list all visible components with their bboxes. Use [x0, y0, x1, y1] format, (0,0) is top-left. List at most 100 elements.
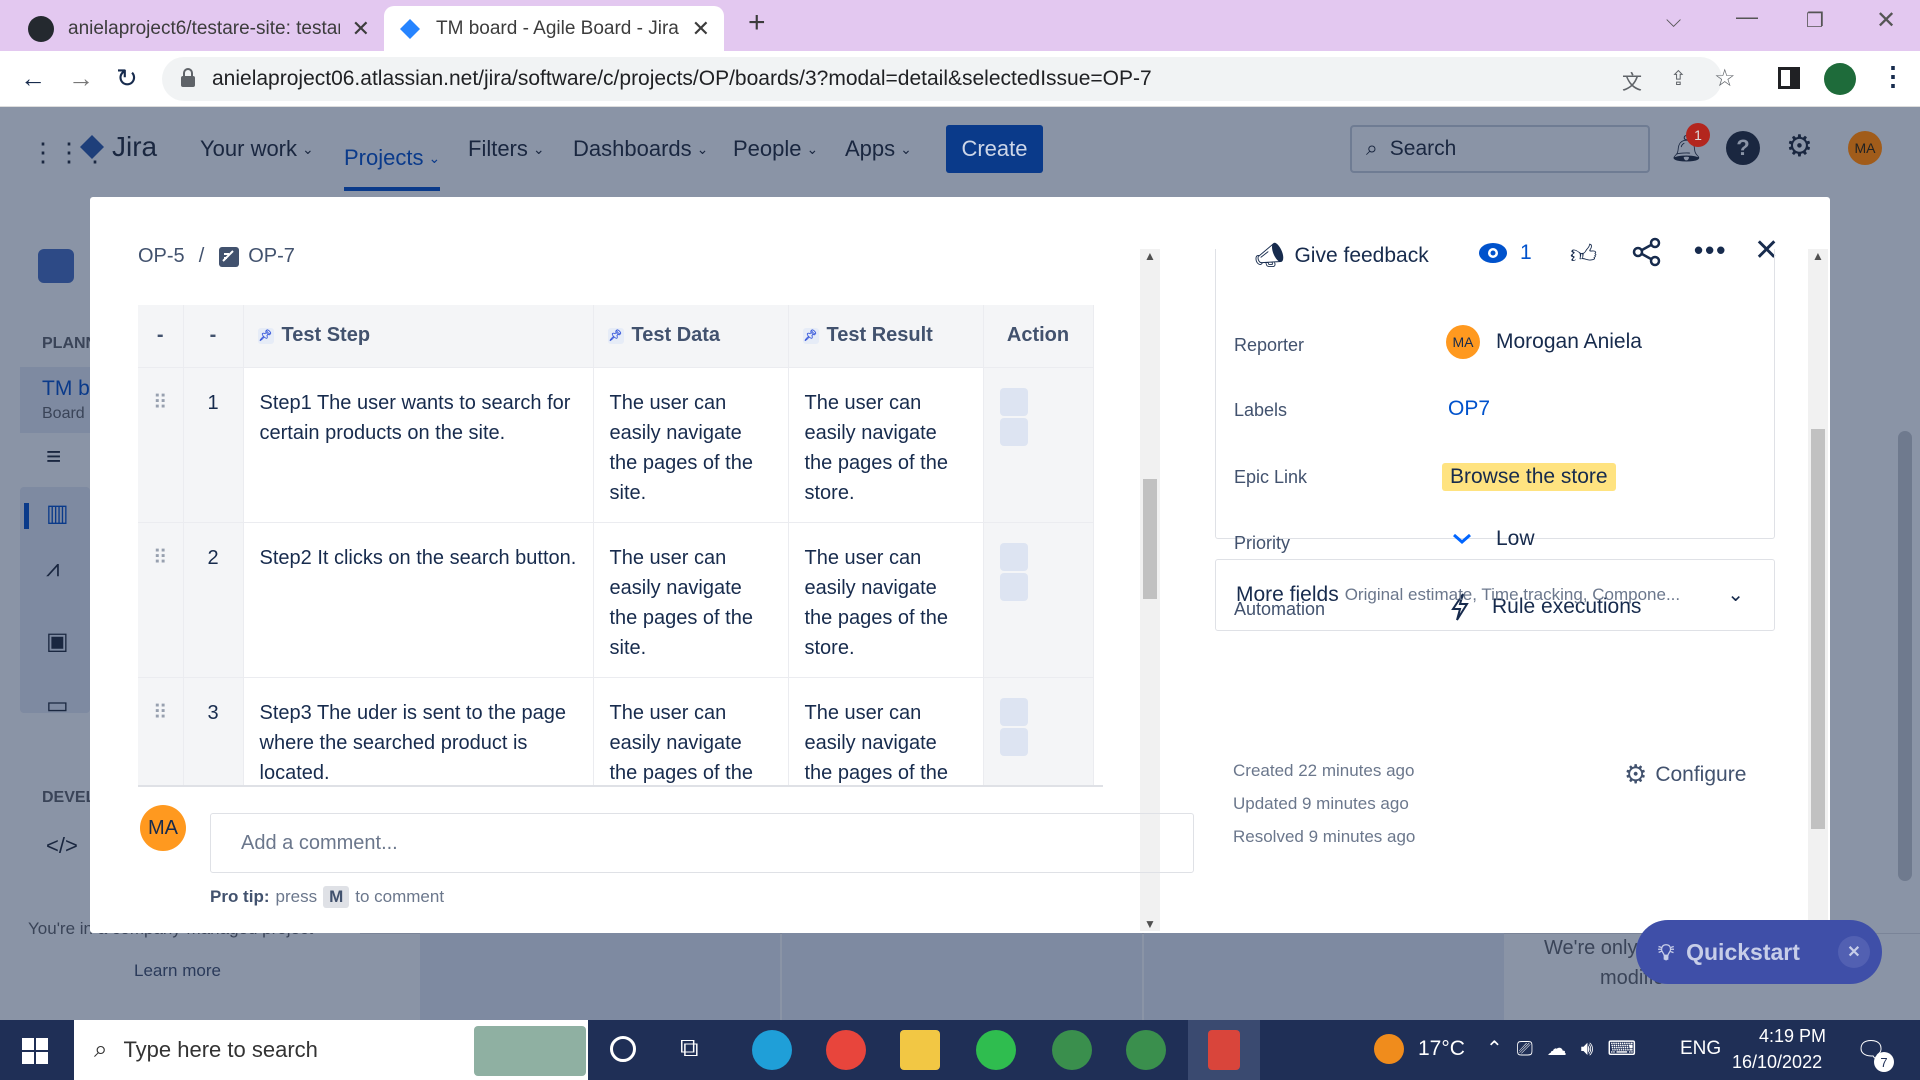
weather-temp[interactable]: 17°C — [1418, 1037, 1465, 1061]
code-icon[interactable]: </> — [46, 833, 78, 859]
clone-step-icon[interactable] — [999, 387, 1028, 416]
drag-handle-icon[interactable]: ⠿ — [138, 366, 184, 522]
right-panel-scrollbar[interactable]: ▲ ▼ — [1808, 249, 1828, 931]
drag-handle-icon[interactable]: ⠿ — [138, 521, 184, 677]
step-cell[interactable]: Step1 The user wants to search for certa… — [243, 366, 594, 522]
back-arrow-icon[interactable]: ← — [20, 63, 46, 94]
clone-step-icon[interactable] — [999, 697, 1028, 726]
nav-apps[interactable]: Apps ⌄ — [845, 129, 912, 169]
delete-step-icon[interactable] — [999, 727, 1028, 756]
jira-icon — [398, 17, 422, 41]
close-icon[interactable]: ✕ — [352, 16, 370, 42]
configure-button[interactable]: ⚙ Configure — [1624, 759, 1746, 790]
nav-label: Your work — [200, 136, 298, 161]
sidebar-board-title[interactable]: TM b — [42, 377, 90, 401]
taskbar-search-input[interactable]: ⌕ Type here to search — [74, 1020, 588, 1080]
delete-step-icon[interactable] — [999, 572, 1028, 601]
created-timestamp: Created 22 minutes ago — [1233, 761, 1415, 780]
restore-button[interactable]: ❐ — [1806, 8, 1824, 33]
column-label: Test Data — [631, 324, 721, 347]
whatsapp-icon[interactable] — [976, 1030, 1016, 1070]
browser-tab-jira[interactable]: TM board - Agile Board - Jira ✕ — [384, 6, 724, 51]
step-cell[interactable]: Step3 The uder is sent to the page where… — [243, 676, 594, 787]
clock-time[interactable]: 4:19 PM — [1756, 1026, 1826, 1047]
tab-search-icon[interactable]: ⌵ — [1666, 10, 1681, 33]
nav-your-work[interactable]: Your work ⌄ — [200, 129, 314, 169]
address-bar[interactable]: anielaproject06.atlassian.net/jira/softw… — [162, 57, 1736, 101]
nav-people[interactable]: People ⌄ — [733, 129, 818, 169]
drag-handle-icon[interactable]: ⠿ — [138, 676, 184, 787]
jira-search-input[interactable]: ⌕ Search — [1350, 125, 1650, 173]
data-cell[interactable]: The user can easily navigate the pages o… — [593, 366, 789, 522]
column-header-test-result[interactable]: 📌︎ Test Result — [788, 305, 984, 367]
file-explorer-icon[interactable] — [900, 1030, 940, 1070]
reload-icon[interactable]: ↻ — [116, 63, 138, 94]
chrome-profile-a-icon[interactable] — [1052, 1030, 1092, 1070]
result-cell[interactable]: The user can easily navigate the pages o… — [788, 366, 984, 522]
forward-arrow-icon[interactable]: → — [68, 63, 94, 94]
label-tag[interactable]: OP7 — [1448, 397, 1490, 421]
reporter-field[interactable]: MA Morogan Aniela — [1446, 325, 1642, 359]
column-label: Test Result — [826, 324, 933, 347]
jira-logo[interactable]: Jira — [78, 131, 157, 163]
page-scrollbar[interactable] — [1898, 431, 1912, 881]
roadmap-icon[interactable]: ≡ — [46, 441, 61, 472]
epic-link-lozenge[interactable]: Browse the store — [1442, 463, 1616, 491]
system-tray-icons[interactable]: ⌃⎚☁🔊︎⌨ — [1486, 1036, 1650, 1061]
chrome-icon[interactable] — [826, 1030, 866, 1070]
jira-top-nav: ⋮⋮⋮ Jira Your work ⌄ Projects ⌄ Filters ⌄ D… — [0, 107, 1920, 191]
gear-icon[interactable]: ⚙ — [1786, 129, 1813, 164]
board-icon[interactable]: ▥ — [46, 499, 69, 528]
column-header-test-data[interactable]: 📌︎ Test Data — [593, 305, 789, 367]
side-panel-icon[interactable] — [1778, 67, 1800, 89]
close-window-button[interactable]: ✕ — [1876, 6, 1896, 35]
close-icon[interactable]: ✕ — [1838, 936, 1870, 968]
learn-more-link[interactable]: Learn more — [134, 961, 221, 981]
language-indicator[interactable]: ENG — [1680, 1038, 1721, 1060]
action-cell — [983, 676, 1094, 787]
add-comment-input[interactable]: Add a comment... — [210, 813, 1194, 873]
cortana-icon[interactable] — [610, 1036, 636, 1062]
minimize-button[interactable]: — — [1736, 4, 1758, 30]
browser-tab-github[interactable]: anielaproject6/testare-site: testar ✕ — [14, 6, 384, 51]
avatar[interactable]: MA — [1848, 131, 1882, 165]
tests-icon[interactable]: ▣ — [46, 627, 69, 656]
priority-field[interactable]: Low — [1452, 527, 1535, 551]
column-header-test-step[interactable]: 📌︎ Test Step — [243, 305, 594, 367]
protip-label: Pro tip: — [210, 887, 270, 906]
chrome-profile-b-icon[interactable] — [1126, 1030, 1166, 1070]
more-fields-section[interactable]: More fields Original estimate, Time trac… — [1215, 559, 1775, 631]
lock-icon — [180, 68, 196, 88]
result-cell[interactable]: The user can easily navigate the pages o… — [788, 521, 984, 677]
translate-icon[interactable]: 文 — [1622, 66, 1642, 95]
releases-icon[interactable]: ▭ — [46, 691, 69, 720]
chrome-menu-icon[interactable]: ⋮ — [1880, 61, 1906, 92]
data-cell[interactable]: The user can easily navigate the pages o… — [593, 676, 789, 787]
result-cell[interactable]: The user can easily navigate the pages o… — [788, 676, 984, 787]
reports-icon[interactable]: ⩘ — [46, 555, 60, 583]
active-app-slot[interactable] — [1188, 1020, 1260, 1080]
close-icon[interactable]: ✕ — [692, 16, 710, 42]
nav-dashboards[interactable]: Dashboards ⌄ — [573, 129, 708, 169]
nav-projects[interactable]: Projects ⌄ — [344, 129, 441, 191]
profile-avatar[interactable] — [1824, 63, 1856, 95]
clock-date[interactable]: 16/10/2022 — [1732, 1052, 1822, 1073]
task-view-icon[interactable]: ⧉ — [680, 1032, 699, 1064]
create-button[interactable]: Create — [946, 125, 1043, 173]
quickstart-button[interactable]: 💡︎ Quickstart ✕ — [1636, 920, 1882, 984]
data-cell[interactable]: The user can easily navigate the pages o… — [593, 521, 789, 677]
new-tab-button[interactable]: + — [748, 6, 766, 40]
clone-step-icon[interactable] — [999, 542, 1028, 571]
edge-icon[interactable] — [752, 1030, 792, 1070]
delete-step-icon[interactable] — [999, 417, 1028, 446]
step-cell[interactable]: Step2 It clicks on the search button. — [243, 521, 594, 677]
nav-filters[interactable]: Filters ⌄ — [468, 129, 545, 169]
share-icon[interactable]: ⇪ — [1670, 66, 1687, 91]
help-icon[interactable]: ? — [1726, 131, 1760, 165]
priority-value: Low — [1496, 527, 1535, 550]
comment-avatar: MA — [140, 805, 186, 851]
notification-count-badge: 7 — [1874, 1052, 1894, 1072]
star-icon[interactable]: ☆ — [1714, 64, 1736, 93]
windows-start-icon[interactable] — [22, 1038, 48, 1064]
nav-label: Filters — [468, 136, 528, 161]
